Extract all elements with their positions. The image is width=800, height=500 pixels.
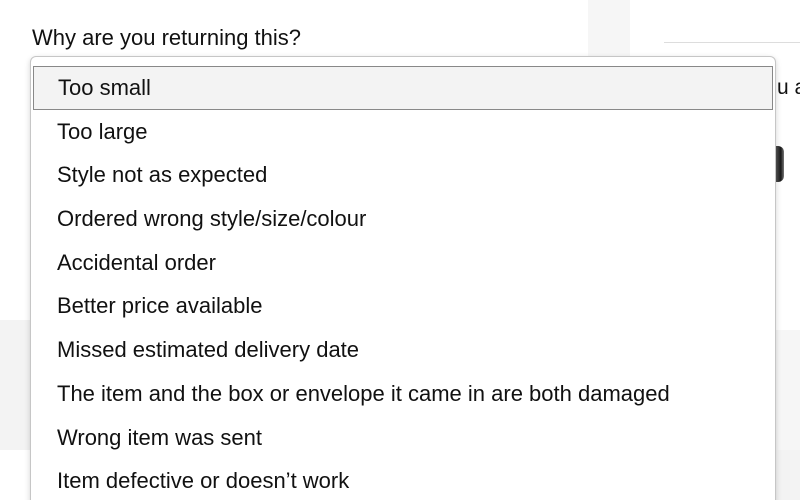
return-reason-option[interactable]: Missed estimated delivery date bbox=[31, 328, 775, 372]
return-reason-page: u a Why are you returning this? Too smal… bbox=[0, 0, 800, 500]
background-divider bbox=[664, 42, 800, 43]
return-reason-label: Why are you returning this? bbox=[32, 25, 302, 50]
return-reason-option[interactable]: Accidental order bbox=[31, 241, 775, 285]
return-reason-option[interactable]: Too large bbox=[31, 110, 775, 154]
return-reason-option[interactable]: Ordered wrong style/size/colour bbox=[31, 197, 775, 241]
return-reason-option[interactable]: Style not as expected bbox=[31, 153, 775, 197]
return-reason-option[interactable]: The item and the box or envelope it came… bbox=[31, 372, 775, 416]
return-reason-option[interactable]: Too small bbox=[33, 66, 773, 110]
return-reason-option[interactable]: Better price available bbox=[31, 284, 775, 328]
background-partial-text: u a bbox=[777, 76, 800, 99]
return-reason-option[interactable]: Item defective or doesn’t work bbox=[31, 459, 775, 500]
background-gray-block bbox=[0, 320, 32, 450]
return-reason-option[interactable]: Wrong item was sent bbox=[31, 416, 775, 460]
background-product-thumbnail bbox=[776, 146, 784, 182]
return-reason-dropdown-list[interactable]: Too small Too large Style not as expecte… bbox=[30, 56, 776, 500]
